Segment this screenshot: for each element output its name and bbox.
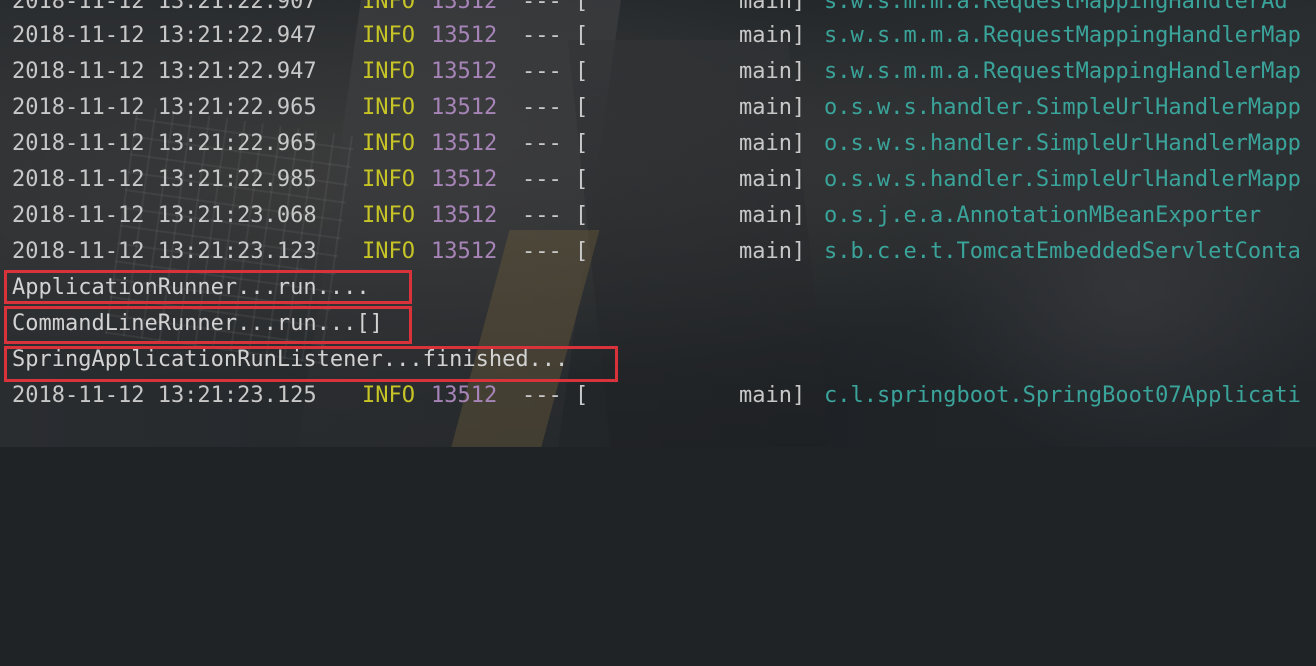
log-pid: 13512 (431, 167, 498, 192)
log-line: 2018-11-12 13:21:22.965 INFO 13512 --- [… (0, 90, 1301, 126)
log-line: 2018-11-12 13:21:22.965 INFO 13512 --- [… (0, 126, 1301, 162)
log-line: 2018-11-12 13:21:22.947 INFO 13512 --- [… (0, 54, 1301, 90)
highlight-box (4, 270, 412, 304)
log-logger: o.s.w.s.handler.SimpleUrlHandlerMapp (824, 95, 1301, 120)
log-separator: --- [ (522, 95, 589, 120)
log-timestamp: 2018-11-12 13:21:23.068 (12, 203, 317, 228)
log-logger: c.l.springboot.SpringBoot07Applicati (824, 383, 1301, 408)
log-logger: s.b.c.e.t.TomcatEmbeddedServletConta (824, 239, 1301, 264)
log-separator: --- [ (522, 167, 589, 192)
log-level: INFO (362, 131, 415, 156)
log-separator: --- [ (522, 131, 589, 156)
log-level: INFO (362, 23, 415, 48)
log-pid: 13512 (431, 59, 498, 84)
log-pid: 13512 (431, 95, 498, 120)
log-timestamp: 2018-11-12 13:21:22.985 (12, 167, 317, 192)
log-logger: o.s.w.s.handler.SimpleUrlHandlerMapp (824, 131, 1301, 156)
log-logger: o.s.j.e.a.AnnotationMBeanExporter (824, 203, 1262, 228)
log-separator: --- [ (522, 239, 589, 264)
log-thread: main] (739, 95, 806, 120)
log-level: INFO (362, 239, 415, 264)
log-pid: 13512 (431, 23, 498, 48)
highlight-box (4, 306, 412, 344)
log-line: 2018-11-12 13:21:22.985 INFO 13512 --- [… (0, 162, 1301, 198)
log-pid: 13512 (431, 131, 498, 156)
log-thread: main] (739, 131, 806, 156)
log-level: INFO (362, 59, 415, 84)
log-timestamp: 2018-11-12 13:21:23.125 (12, 383, 317, 408)
log-thread: main] (739, 0, 806, 14)
log-timestamp: 2018-11-12 13:21:23.123 (12, 239, 317, 264)
log-level: INFO (362, 95, 415, 120)
log-timestamp: 2018-11-12 13:21:22.947 (12, 23, 317, 48)
log-separator: --- [ (522, 59, 589, 84)
log-thread: main] (739, 203, 806, 228)
log-thread: main] (739, 23, 806, 48)
log-separator: --- [ (522, 0, 589, 14)
log-level: INFO (362, 203, 415, 228)
log-level: INFO (362, 0, 415, 14)
log-pid: 13512 (431, 203, 498, 228)
log-pid: 13512 (431, 0, 498, 14)
log-logger: s.w.s.m.m.a.RequestMappingHandlerAd (824, 0, 1288, 14)
log-timestamp: 2018-11-12 13:21:22.965 (12, 131, 317, 156)
log-pid: 13512 (431, 239, 498, 264)
log-logger: s.w.s.m.m.a.RequestMappingHandlerMap (824, 23, 1301, 48)
log-thread: main] (739, 59, 806, 84)
console-output[interactable]: 2018-11-12 13:21:22.907 INFO 13512 --- [… (0, 0, 1316, 447)
log-timestamp: 2018-11-12 13:21:22.907 (12, 0, 317, 14)
log-line: 2018-11-12 13:21:22.907 INFO 13512 --- [… (0, 0, 1288, 20)
log-line: 2018-11-12 13:21:23.123 INFO 13512 --- [… (0, 234, 1301, 270)
log-pid: 13512 (431, 383, 498, 408)
log-logger: s.w.s.m.m.a.RequestMappingHandlerMap (824, 59, 1301, 84)
log-timestamp: 2018-11-12 13:21:22.947 (12, 59, 317, 84)
log-thread: main] (739, 239, 806, 264)
log-separator: --- [ (522, 23, 589, 48)
highlight-box (4, 346, 618, 382)
log-thread: main] (739, 167, 806, 192)
log-logger: o.s.w.s.handler.SimpleUrlHandlerMapp (824, 167, 1301, 192)
log-line: 2018-11-12 13:21:23.125 INFO 13512 --- [… (0, 378, 1301, 414)
log-timestamp: 2018-11-12 13:21:22.965 (12, 95, 317, 120)
log-level: INFO (362, 383, 415, 408)
log-separator: --- [ (522, 203, 589, 228)
log-separator: --- [ (522, 383, 589, 408)
log-thread: main] (739, 383, 806, 408)
log-line: 2018-11-12 13:21:22.947 INFO 13512 --- [… (0, 18, 1301, 54)
log-level: INFO (362, 167, 415, 192)
log-line: 2018-11-12 13:21:23.068 INFO 13512 --- [… (0, 198, 1261, 234)
